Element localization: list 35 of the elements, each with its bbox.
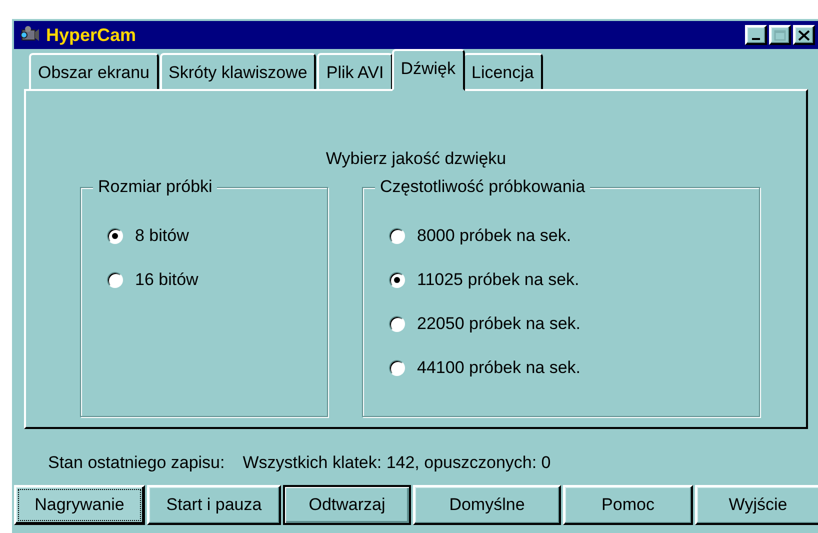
radio-button[interactable]	[389, 272, 405, 288]
minimize-button[interactable]	[745, 25, 767, 45]
radio-button[interactable]	[107, 228, 123, 244]
action-button[interactable]: Odtwarzaj	[283, 485, 411, 525]
status-label: Stan ostatniego zapisu:	[48, 453, 225, 473]
action-button[interactable]: Start i pauza	[147, 485, 281, 525]
maximize-button[interactable]	[769, 25, 791, 45]
minimize-icon	[752, 38, 760, 40]
radio-label[interactable]: 8 bitów	[135, 226, 189, 246]
tab[interactable]: Licencja	[462, 53, 543, 89]
radio-button[interactable]	[389, 316, 405, 332]
status-value: Wszystkich klatek: 142, opuszczonych: 0	[242, 453, 551, 473]
action-button[interactable]: Domyślne	[413, 485, 561, 525]
radio-button[interactable]	[389, 360, 405, 376]
action-button[interactable]: Pomoc	[563, 485, 693, 525]
close-icon	[798, 30, 810, 40]
close-button[interactable]	[793, 25, 815, 45]
radio-button[interactable]	[389, 228, 405, 244]
maximize-icon	[774, 30, 786, 40]
tab[interactable]: Skróty klawiszowe	[160, 53, 316, 89]
tab[interactable]: Plik AVI	[317, 53, 393, 89]
window-title: HyperCam	[46, 24, 138, 46]
action-button[interactable]: Nagrywanie	[14, 485, 145, 525]
action-button[interactable]: Wyjście	[695, 485, 818, 525]
tab[interactable]: Dźwięk	[392, 49, 464, 91]
group-title: Częstotliwość próbkowania	[375, 177, 590, 197]
radio-label[interactable]: 16 bitów	[135, 270, 198, 290]
radio-label[interactable]: 44100 próbek na sek.	[417, 358, 581, 378]
panel-heading: Wybierz jakość dzwięku	[326, 149, 506, 169]
radio-label[interactable]: 11025 próbek na sek.	[417, 270, 580, 290]
tab[interactable]: Obszar ekranu	[29, 53, 158, 89]
radio-label[interactable]: 8000 próbek na sek.	[417, 226, 572, 246]
group-title: Rozmiar próbki	[93, 177, 218, 197]
radio-label[interactable]: 22050 próbek na sek.	[417, 314, 581, 334]
radio-button[interactable]	[107, 272, 123, 288]
